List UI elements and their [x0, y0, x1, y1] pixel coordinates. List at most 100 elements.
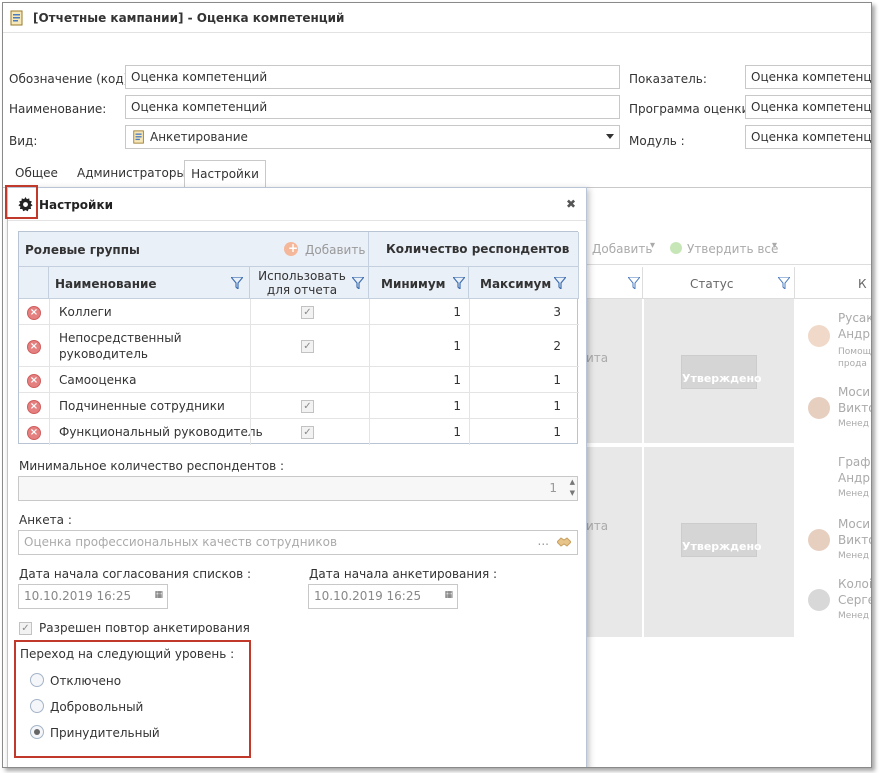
campaign-icon	[10, 10, 23, 26]
role-groups-header: Ролевые группы + Добавить	[19, 232, 369, 267]
row-name: Функциональный руководитель	[59, 425, 263, 439]
filter-icon[interactable]	[231, 277, 243, 289]
min-respondents-spinner[interactable]: 1 ▲ ▼	[18, 476, 578, 501]
bg-partial-text: ита	[586, 519, 609, 533]
delete-icon[interactable]: ×	[27, 400, 41, 414]
radio-voluntary[interactable]	[30, 699, 44, 713]
filter-icon[interactable]	[778, 277, 790, 289]
name-field[interactable]: Оценка компетенций	[125, 95, 620, 119]
table-row[interactable]: × Функциональный руководитель ✓ 1 1	[19, 419, 579, 445]
col-use-label: Использовать	[258, 269, 346, 283]
survey-start-date-field[interactable]: 10.10.2019 16:25 ▦	[308, 584, 458, 609]
row-min[interactable]: 1	[369, 305, 461, 319]
background-toolbar: Добавить ▾ Утвердить все ▾	[586, 231, 871, 265]
calendar-icon[interactable]: ▦	[444, 590, 453, 600]
tab-settings[interactable]: Настройки	[184, 160, 266, 188]
list-start-date-field[interactable]: 10.10.2019 16:25 ▦	[18, 584, 168, 609]
col-name-header[interactable]: Наименование	[49, 267, 250, 299]
use-for-report-checkbox[interactable]: ✓	[301, 426, 314, 439]
list-start-label: Дата начала согласования списков :	[19, 567, 252, 581]
survey-start-value: 10.10.2019 16:25	[314, 589, 422, 603]
col-use-header[interactable]: Использовать для отчета	[250, 267, 369, 299]
filter-icon[interactable]	[352, 277, 364, 289]
row-max[interactable]: 1	[469, 425, 561, 439]
browse-button[interactable]: ...	[538, 534, 549, 548]
indicator-field[interactable]: Оценка компетенций	[745, 65, 871, 89]
filter-icon[interactable]	[453, 277, 465, 289]
col-max-label: Максимум	[480, 277, 552, 291]
use-for-report-checkbox[interactable]: ✓	[301, 400, 314, 413]
row-min[interactable]: 1	[369, 339, 461, 353]
radio-disabled[interactable]	[30, 673, 44, 687]
spin-up-icon[interactable]: ▲	[570, 478, 575, 486]
code-field[interactable]: Оценка компетенций	[125, 65, 620, 89]
repeat-checkbox[interactable]: ✓	[19, 622, 32, 635]
radio-forced-label: Принудительный	[50, 726, 160, 740]
avatar	[808, 397, 830, 419]
row-max[interactable]: 1	[469, 373, 561, 387]
bg-partial-text: ита	[586, 351, 609, 365]
bg-approve-all-button[interactable]: Утвердить все	[687, 242, 778, 256]
background-header: Статус К	[586, 267, 871, 299]
row-max[interactable]: 2	[469, 339, 561, 353]
program-field[interactable]: Оценка компетенций	[745, 95, 871, 119]
row-max[interactable]: 3	[469, 305, 561, 319]
row-max[interactable]: 1	[469, 399, 561, 413]
handshake-icon[interactable]	[557, 537, 571, 547]
avatar	[808, 529, 830, 551]
tab-administrators[interactable]: Администраторы	[77, 160, 186, 188]
survey-start-label: Дата начала анкетирования :	[309, 567, 498, 581]
add-role-group-button[interactable]: Добавить	[305, 243, 365, 257]
approve-icon	[670, 242, 682, 254]
row-min[interactable]: 1	[369, 399, 461, 413]
col-min-header[interactable]: Минимум	[369, 267, 469, 299]
row-name: Непосредственный	[59, 331, 182, 345]
app-window: [Отчетные кампании] - Оценка компетенций…	[2, 2, 872, 768]
col-max-header[interactable]: Максимум	[469, 267, 579, 299]
radio-disabled-label: Отключено	[50, 674, 122, 688]
program-label: Программа оценки :	[629, 102, 758, 116]
questionnaire-field[interactable]: Оценка профессиональных качеств сотрудни…	[18, 530, 578, 555]
row-name: Подчиненные сотрудники	[59, 399, 225, 413]
filter-icon[interactable]	[554, 277, 566, 289]
transition-label: Переход на следующий уровень :	[20, 647, 235, 661]
gear-highlight	[5, 185, 38, 219]
delete-icon[interactable]: ×	[27, 426, 41, 440]
filter-icon[interactable]	[628, 277, 640, 289]
k-header: К	[858, 277, 867, 291]
use-for-report-checkbox[interactable]: ✓	[301, 340, 314, 353]
settings-popup: Настройки ✖ Ролевые группы + Добавить Ко…	[7, 187, 587, 767]
table-row[interactable]: × Коллеги ✓ 1 3	[19, 299, 579, 325]
approved-badge: Утверждено	[681, 523, 762, 557]
questionnaire-icon	[133, 130, 144, 144]
type-label: Вид:	[9, 134, 38, 148]
list-start-value: 10.10.2019 16:25	[24, 589, 132, 603]
row-min[interactable]: 1	[369, 373, 461, 387]
table-row[interactable]: × Непосредственный руководитель ✓ 1 2	[19, 325, 579, 367]
questionnaire-value: Оценка профессиональных качеств сотрудни…	[24, 535, 338, 549]
header-spacer	[19, 267, 49, 299]
delete-icon[interactable]: ×	[27, 306, 41, 320]
bg-cell	[586, 447, 642, 637]
calendar-icon[interactable]: ▦	[154, 590, 163, 600]
bg-cell	[586, 299, 642, 443]
module-field[interactable]: Оценка компетенций	[745, 125, 871, 149]
respondents-header: Количество респондентов	[369, 232, 579, 267]
delete-icon[interactable]: ×	[27, 340, 41, 354]
tab-general[interactable]: Общее	[15, 160, 58, 188]
bg-add-button[interactable]: Добавить	[592, 242, 652, 256]
row-name: Коллеги	[59, 305, 112, 319]
use-for-report-checkbox[interactable]: ✓	[301, 306, 314, 319]
type-select[interactable]: Анкетирование	[125, 125, 620, 149]
type-value: Анкетирование	[150, 130, 248, 144]
delete-icon[interactable]: ×	[27, 374, 41, 388]
row-min[interactable]: 1	[369, 425, 461, 439]
close-icon[interactable]: ✖	[566, 197, 576, 211]
table-row[interactable]: × Подчиненные сотрудники ✓ 1 1	[19, 393, 579, 419]
window-title: [Отчетные кампании] - Оценка компетенций	[33, 11, 345, 25]
status-header: Статус	[690, 277, 734, 291]
role-groups-grid: Ролевые группы + Добавить Количество рес…	[18, 231, 579, 445]
spin-down-icon[interactable]: ▼	[570, 489, 575, 497]
table-row[interactable]: × Самооценка 1 1	[19, 367, 579, 393]
radio-forced[interactable]	[30, 725, 44, 739]
